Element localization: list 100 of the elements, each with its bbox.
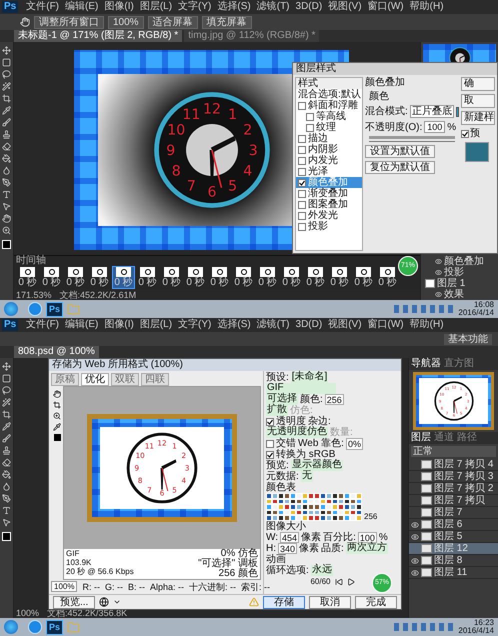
frame-delay[interactable]: 0 秒 bbox=[234, 277, 253, 288]
effect-item[interactable]: 等高线 bbox=[296, 111, 362, 122]
photoshop-taskbar-icon[interactable]: Ps bbox=[46, 620, 64, 634]
quality-dropdown[interactable]: 两次立方 bbox=[346, 543, 388, 554]
checkbox[interactable] bbox=[298, 190, 306, 198]
eyedropper-icon[interactable] bbox=[2, 422, 11, 431]
opacity-field[interactable]: 100 bbox=[424, 121, 446, 133]
eye-icon[interactable] bbox=[435, 258, 442, 265]
blend-mode-dropdown[interactable]: 正常 bbox=[411, 446, 496, 457]
browser-icon[interactable] bbox=[99, 597, 110, 607]
eye-icon[interactable] bbox=[410, 568, 418, 576]
checkbox[interactable] bbox=[298, 178, 306, 186]
effect-item[interactable]: 内发光 bbox=[296, 155, 362, 166]
crop-icon[interactable] bbox=[2, 410, 11, 419]
view-tab[interactable]: 四联 bbox=[141, 373, 169, 386]
zoom-icon[interactable] bbox=[53, 412, 61, 420]
menu-item[interactable]: 编辑(E) bbox=[63, 1, 100, 13]
width-field[interactable]: 454 bbox=[280, 532, 300, 543]
dialog-button[interactable]: 取 bbox=[461, 94, 495, 108]
animation-frame[interactable]: 0 秒 bbox=[208, 266, 231, 289]
option-button[interactable]: 调整所有窗口 bbox=[34, 16, 104, 28]
reduction-dropdown[interactable]: 可选择 bbox=[266, 394, 298, 405]
menu-item[interactable]: 文件(F) bbox=[24, 319, 62, 331]
panel-tab[interactable]: 图层 bbox=[411, 432, 431, 444]
slice-icon[interactable] bbox=[53, 401, 61, 409]
brush-icon[interactable] bbox=[2, 118, 11, 127]
pen-icon[interactable] bbox=[2, 178, 11, 187]
menu-item[interactable]: 图像(I) bbox=[102, 319, 136, 331]
frame-delay[interactable]: 0 秒 bbox=[18, 277, 37, 288]
animation-frame[interactable]: 0 秒 bbox=[40, 266, 63, 289]
view-tab[interactable]: 优化 bbox=[81, 373, 109, 386]
menu-item[interactable]: 滤镜(T) bbox=[254, 1, 292, 13]
animation-frame[interactable]: 0 秒 bbox=[184, 266, 207, 289]
menu-item[interactable]: 窗口(W) bbox=[366, 319, 406, 331]
menu-item[interactable]: 3D(D) bbox=[294, 319, 324, 331]
bucket-icon[interactable] bbox=[2, 470, 11, 479]
marquee-icon[interactable] bbox=[2, 58, 11, 67]
frame-delay[interactable]: 0 秒 bbox=[330, 277, 349, 288]
effect-item[interactable]: 斜面和浮雕 bbox=[296, 100, 362, 111]
checkbox[interactable] bbox=[298, 200, 306, 208]
frame-delay[interactable]: 0 秒 bbox=[162, 277, 181, 288]
menu-item[interactable]: 编辑(E) bbox=[63, 319, 100, 331]
dialog-button[interactable]: 设置为默认值 bbox=[365, 145, 435, 158]
drop-icon[interactable] bbox=[2, 166, 11, 175]
effect-item[interactable]: 投影 bbox=[296, 221, 362, 232]
first-frame-icon[interactable] bbox=[334, 578, 343, 586]
panel-tab[interactable]: 直方图 bbox=[444, 358, 474, 370]
pointer-icon[interactable] bbox=[2, 202, 11, 211]
percent-field[interactable]: 100 bbox=[358, 532, 377, 543]
loop-dropdown[interactable]: 永远 bbox=[310, 565, 333, 576]
menu-item[interactable]: 视图(V) bbox=[326, 319, 364, 331]
menu-item[interactable]: 视图(V) bbox=[326, 1, 364, 13]
lasso-icon[interactable] bbox=[2, 386, 11, 395]
dither-dropdown[interactable]: 扩散 bbox=[266, 405, 288, 416]
animation-frame[interactable]: 0 秒 bbox=[16, 266, 39, 289]
layer-row[interactable]: 图层 6 bbox=[409, 519, 498, 531]
eraser-icon[interactable] bbox=[2, 142, 11, 151]
document-tab[interactable]: 未标题-1 @ 171% (图层 2, RGB/8) * bbox=[14, 30, 182, 42]
animation-frame[interactable]: 0 秒 bbox=[256, 266, 279, 289]
dialog-button[interactable]: 确 bbox=[461, 77, 495, 91]
crop-icon[interactable] bbox=[2, 94, 11, 103]
menu-item[interactable]: 图层(L) bbox=[138, 319, 174, 331]
menu-item[interactable]: 选择(S) bbox=[215, 319, 253, 331]
cancel-button[interactable]: 取消 bbox=[309, 596, 351, 608]
type-icon[interactable] bbox=[2, 190, 11, 199]
eye-icon[interactable] bbox=[410, 520, 418, 528]
menu-item[interactable]: 文字(Y) bbox=[176, 1, 214, 13]
eyedropper-icon[interactable] bbox=[53, 423, 61, 431]
view-tab[interactable]: 原稿 bbox=[51, 373, 79, 386]
frame-delay[interactable]: 0 秒 bbox=[66, 277, 85, 288]
effect-item[interactable]: 纹理 bbox=[296, 122, 362, 133]
checkbox[interactable] bbox=[266, 450, 274, 458]
layer-name[interactable]: 颜色叠加 bbox=[444, 256, 484, 267]
animation-frame[interactable]: 0 秒 bbox=[280, 266, 303, 289]
animation-frame[interactable]: 0 秒 bbox=[232, 266, 255, 289]
marquee-icon[interactable] bbox=[2, 374, 11, 383]
animation-frame[interactable]: 0 秒 bbox=[160, 266, 183, 289]
animation-frame[interactable]: 0 秒 bbox=[376, 266, 399, 289]
option-button[interactable]: 适合屏幕 bbox=[148, 16, 198, 28]
brush-icon[interactable] bbox=[2, 434, 11, 443]
frame-delay[interactable]: 0 秒 bbox=[354, 277, 373, 288]
layer-name[interactable]: 图层 1 bbox=[437, 278, 466, 289]
caret-icon[interactable] bbox=[113, 598, 122, 606]
layer-row[interactable]: 图层 12 bbox=[409, 543, 498, 555]
list-item[interactable]: 混合选项:默认 bbox=[296, 89, 362, 100]
frame-delay[interactable]: 0 秒 bbox=[378, 277, 397, 288]
panel-tab[interactable]: 通道 bbox=[434, 432, 454, 444]
workspace-dropdown[interactable]: 基本功能 bbox=[444, 334, 492, 344]
photoshop-taskbar-icon[interactable]: Ps bbox=[46, 302, 64, 316]
format-dropdown[interactable]: GIF bbox=[266, 383, 336, 394]
checkbox[interactable] bbox=[298, 156, 306, 164]
frame-delay[interactable]: 0 秒 bbox=[138, 277, 157, 288]
colors-field[interactable]: 256 bbox=[324, 394, 344, 405]
animation-frame[interactable]: 0 秒 bbox=[136, 266, 159, 289]
frame-delay[interactable]: 0 秒 bbox=[90, 277, 109, 288]
start-icon[interactable] bbox=[4, 302, 18, 316]
menu-item[interactable]: 3D(D) bbox=[294, 1, 324, 13]
layer-row[interactable]: 图层 11 bbox=[409, 567, 498, 579]
eye-icon[interactable] bbox=[435, 269, 442, 276]
effect-item[interactable]: 渐变叠加 bbox=[296, 188, 362, 199]
